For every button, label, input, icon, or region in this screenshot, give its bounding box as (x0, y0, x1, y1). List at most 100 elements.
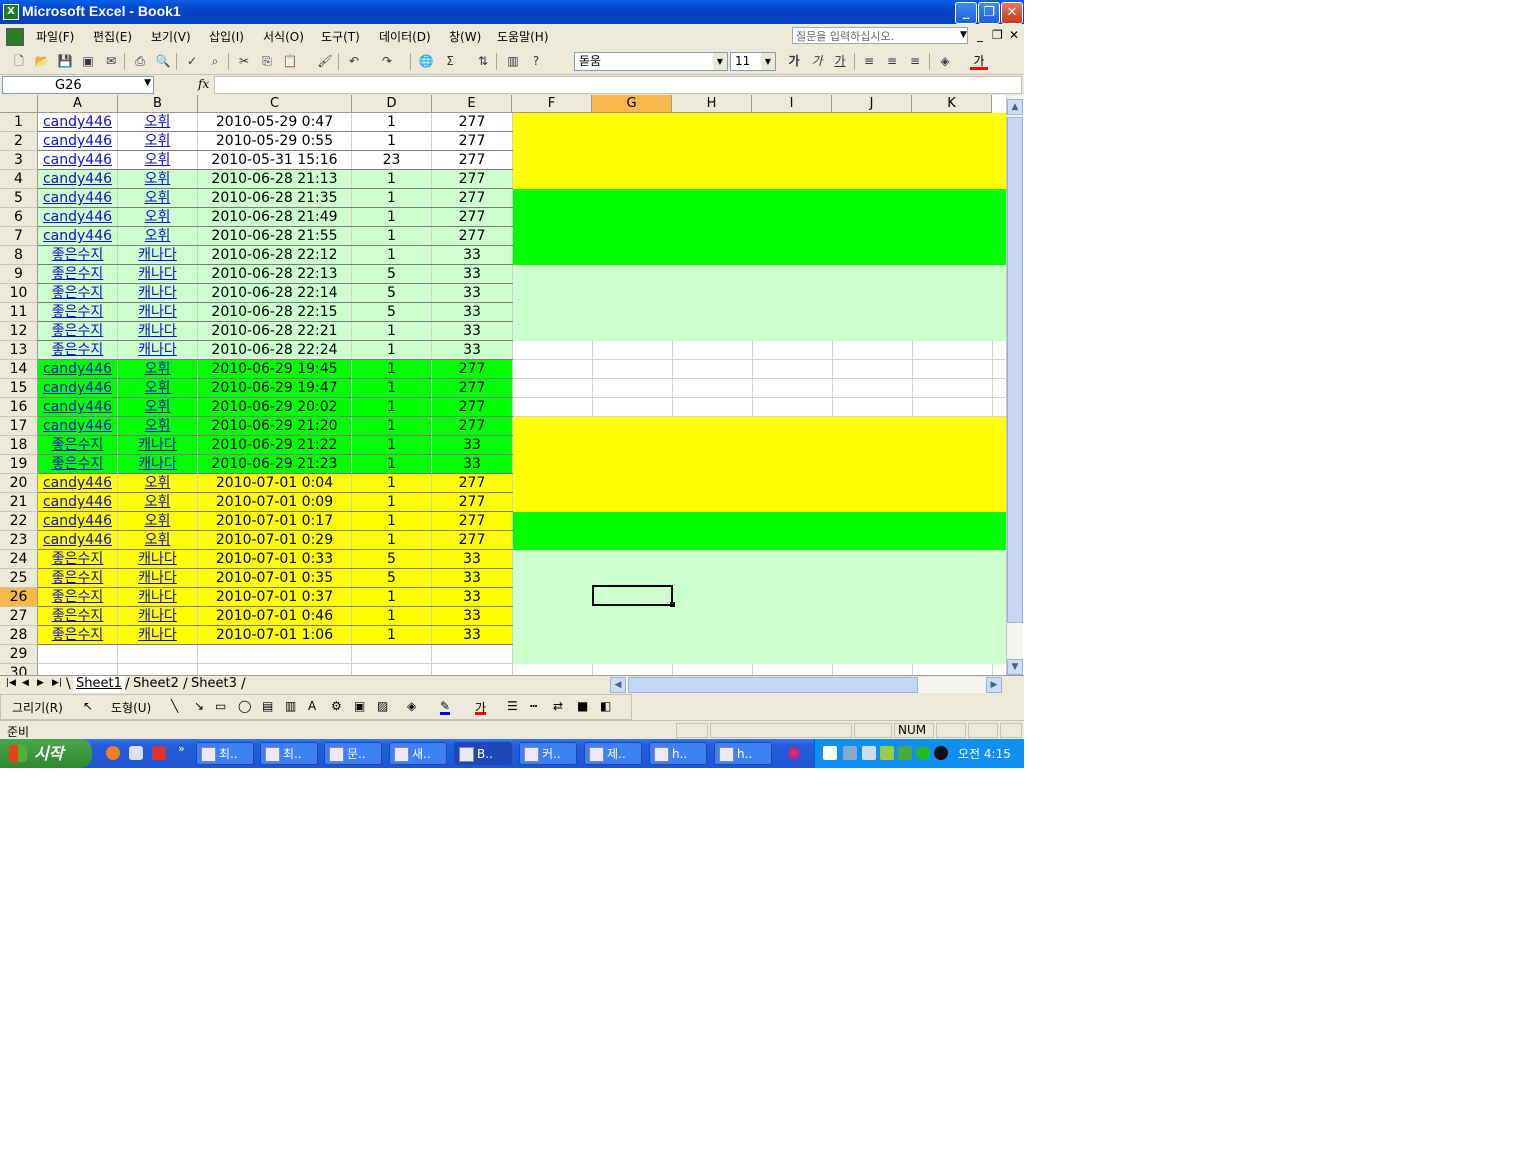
cell-A1[interactable]: candy446 (38, 113, 118, 131)
row-header-6[interactable]: 6 (0, 208, 38, 227)
redo-icon[interactable]: ↷ (378, 52, 396, 70)
fill-block-FK[interactable] (513, 151, 1006, 170)
tab-sheet2[interactable]: Sheet2 (133, 676, 179, 693)
cell-D16[interactable]: 1 (352, 398, 432, 416)
cell-B2[interactable]: 오휘 (118, 132, 198, 150)
cell-hyperlink[interactable]: 캐나다 (138, 551, 177, 567)
cell-D9[interactable]: 5 (352, 265, 432, 283)
cell-E19[interactable]: 33 (432, 455, 513, 473)
column-header-E[interactable]: E (432, 95, 512, 113)
cell-hyperlink[interactable]: 오휘 (145, 513, 171, 529)
cell-E4[interactable]: 277 (432, 170, 513, 188)
cell-C7[interactable]: 2010-06-28 21:55 (198, 227, 352, 245)
cell-hyperlink[interactable]: 좋은수지 (52, 551, 104, 567)
cell-A13[interactable]: 좋은수지 (38, 341, 118, 359)
cell-C19[interactable]: 2010-06-29 21:23 (198, 455, 352, 473)
row-header-7[interactable]: 7 (0, 227, 38, 246)
bold-button[interactable]: 가 (785, 52, 803, 70)
cell-A24[interactable]: 좋은수지 (38, 550, 118, 568)
fill-block-FK[interactable] (513, 664, 1006, 675)
column-header-A[interactable]: A (38, 95, 118, 113)
cell-B19[interactable]: 캐나다 (118, 455, 198, 473)
fill-block-FK[interactable] (513, 189, 1006, 208)
cell-C3[interactable]: 2010-05-31 15:16 (198, 151, 352, 169)
cell-D13[interactable]: 1 (352, 341, 432, 359)
vertical-textbox-icon[interactable]: ▥ (285, 699, 296, 713)
fill-block-FK[interactable] (513, 607, 1006, 626)
cell-E2[interactable]: 277 (432, 132, 513, 150)
cell-D25[interactable]: 5 (352, 569, 432, 587)
cell-E6[interactable]: 277 (432, 208, 513, 226)
row-header-8[interactable]: 8 (0, 246, 38, 265)
fill-color-icon[interactable]: ◈ (936, 52, 954, 70)
menu-window[interactable]: 창(W) (449, 28, 481, 45)
cell-D17[interactable]: 1 (352, 417, 432, 435)
help-icon[interactable]: ? (527, 52, 545, 70)
row-header-18[interactable]: 18 (0, 436, 38, 455)
cell-E15[interactable]: 277 (432, 379, 513, 397)
print-icon[interactable]: ⎙ (131, 52, 149, 70)
cell-C9[interactable]: 2010-06-28 22:13 (198, 265, 352, 283)
cell-D11[interactable]: 5 (352, 303, 432, 321)
cell-C22[interactable]: 2010-07-01 0:17 (198, 512, 352, 530)
cell-hyperlink[interactable]: 오휘 (145, 190, 171, 206)
horizontal-scrollbar[interactable]: ◀ ▶ (610, 677, 1002, 693)
fill-block-FK[interactable] (513, 265, 1006, 284)
rectangle-icon[interactable]: ▭ (215, 699, 226, 713)
cell-E8[interactable]: 33 (432, 246, 513, 264)
cell-hyperlink[interactable]: 오휘 (145, 228, 171, 244)
menu-format[interactable]: 서식(O) (263, 28, 304, 45)
cell-C18[interactable]: 2010-06-29 21:22 (198, 436, 352, 454)
cell-hyperlink[interactable]: 좋은수지 (52, 285, 104, 301)
cell-hyperlink[interactable]: 캐나다 (138, 323, 177, 339)
fill-block-FK[interactable] (513, 417, 1006, 436)
fill-block-FK[interactable] (513, 493, 1006, 512)
align-right-icon[interactable]: ≡ (906, 52, 924, 70)
insert-function-icon[interactable]: fx (198, 77, 209, 91)
row-header-15[interactable]: 15 (0, 379, 38, 398)
prev-sheet-icon[interactable]: ◀ (22, 678, 29, 688)
fill-block-FK[interactable] (513, 398, 1006, 417)
row-header-21[interactable]: 21 (0, 493, 38, 512)
line-style-icon[interactable]: ☰ (507, 699, 518, 713)
column-header-H[interactable]: H (672, 95, 752, 113)
tray-icon-5[interactable] (898, 746, 912, 760)
cell-C14[interactable]: 2010-06-29 19:45 (198, 360, 352, 378)
cell-C6[interactable]: 2010-06-28 21:49 (198, 208, 352, 226)
tray-icon-4[interactable] (880, 746, 894, 760)
cell-hyperlink[interactable]: 캐나다 (138, 437, 177, 453)
cell-hyperlink[interactable]: candy446 (43, 190, 112, 206)
cell-hyperlink[interactable]: 좋은수지 (52, 266, 104, 282)
cell-A14[interactable]: candy446 (38, 360, 118, 378)
cell-A28[interactable]: 좋은수지 (38, 626, 118, 644)
browser-quicklaunch-icon[interactable] (106, 746, 120, 760)
cell-E16[interactable]: 277 (432, 398, 513, 416)
cell-C20[interactable]: 2010-07-01 0:04 (198, 474, 352, 492)
cell-B21[interactable]: 오휘 (118, 493, 198, 511)
cell-A26[interactable]: 좋은수지 (38, 588, 118, 606)
title-bar[interactable]: X Microsoft Excel - Book1 _ ❐ ✕ (0, 0, 1024, 24)
fill-block-FK[interactable] (513, 360, 1006, 379)
cell-A4[interactable]: candy446 (38, 170, 118, 188)
cell-B12[interactable]: 캐나다 (118, 322, 198, 340)
cell-E27[interactable]: 33 (432, 607, 513, 625)
row-header-25[interactable]: 25 (0, 569, 38, 588)
fill-block-FK[interactable] (513, 550, 1006, 569)
font-size-combo[interactable]: 11 ▼ (730, 52, 776, 71)
sort-icon[interactable]: ⇅ (474, 52, 492, 70)
cell-D8[interactable]: 1 (352, 246, 432, 264)
cell-B14[interactable]: 오휘 (118, 360, 198, 378)
cell-A5[interactable]: candy446 (38, 189, 118, 207)
cell-A19[interactable]: 좋은수지 (38, 455, 118, 473)
doc-close-icon[interactable]: ✕ (1009, 28, 1019, 42)
fill-block-FK[interactable] (513, 512, 1006, 531)
scroll-up-button[interactable]: ▲ (1007, 99, 1023, 115)
row-header-5[interactable]: 5 (0, 189, 38, 208)
cell-A12[interactable]: 좋은수지 (38, 322, 118, 340)
row-header-9[interactable]: 9 (0, 265, 38, 284)
cell-B9[interactable]: 캐나다 (118, 265, 198, 283)
formula-input[interactable] (214, 76, 1022, 94)
cell-C15[interactable]: 2010-06-29 19:47 (198, 379, 352, 397)
column-header-J[interactable]: J (832, 95, 912, 113)
cell-A22[interactable]: candy446 (38, 512, 118, 530)
